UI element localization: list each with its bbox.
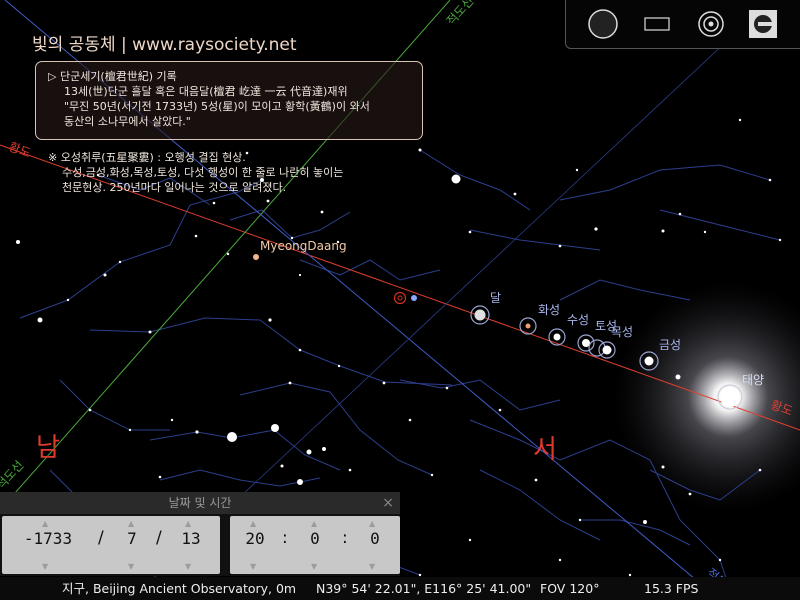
- hour-down-arrow-icon[interactable]: ▼: [250, 562, 256, 571]
- month-input[interactable]: 7: [120, 529, 144, 548]
- fps-text: 15.3 FPS: [644, 581, 699, 596]
- minute-input[interactable]: 0: [300, 529, 330, 548]
- date-time-header[interactable]: 날짜 및 시간 ×: [0, 492, 400, 514]
- date-separator: /: [98, 528, 104, 548]
- mercury-label: 수성: [567, 313, 589, 327]
- hour-input[interactable]: 20: [240, 529, 270, 548]
- month-up-arrow-icon[interactable]: ▲: [128, 519, 134, 528]
- phenomenon-note: ※ 오성취루(五星聚婁) : 오행성 결집 현상. 수성,금성,화성,목성,토성…: [48, 150, 343, 195]
- selection-marker: [393, 291, 407, 305]
- settings-icon: [749, 10, 777, 38]
- day-up-arrow-icon[interactable]: ▲: [185, 519, 191, 528]
- year-up-arrow-icon[interactable]: ▲: [42, 519, 48, 528]
- site-title: 빛의 공동체 | www.raysociety.net: [32, 35, 297, 55]
- time-separator: :: [282, 528, 288, 548]
- date-time-title: 날짜 및 시간: [168, 496, 232, 510]
- jupiter-disk: [602, 345, 612, 355]
- equator-label-left: 적도선: [0, 458, 26, 492]
- date-field-group: ▲ ▼ ▲ ▼ ▲ ▼ -1733 / 7 / 13: [2, 516, 220, 574]
- location-text: 지구, Beijing Ancient Observatory, 0m: [62, 581, 297, 596]
- note-heading: ※ 오성취루(五星聚婁) : 오행성 결집 현상.: [48, 151, 246, 164]
- ground-toggle-icon: [588, 9, 618, 39]
- note-line: 수성,금성,화성,목성,토성, 다섯 행성이 한 줄로 나란히 놓이는: [62, 166, 344, 179]
- day-down-arrow-icon[interactable]: ▼: [185, 562, 191, 571]
- mars-label: 화성: [538, 303, 560, 317]
- second-up-arrow-icon[interactable]: ▲: [369, 519, 375, 528]
- record-info-box: ▷ 단군세기(檀君世紀) 기록 13세(世)단군 흘달 혹은 대음달(檀君 屹達…: [35, 61, 423, 140]
- ecliptic-label-left: 황도: [7, 140, 33, 161]
- moon-disk: [474, 309, 486, 321]
- jupiter-label: 목성: [611, 325, 633, 339]
- coordinates-text: N39° 54' 22.01", E116° 25' 41.00": [316, 581, 532, 596]
- info-line: 13세(世)단군 흘달 혹은 대음달(檀君 屹達 一云 代音達)재위: [64, 85, 348, 98]
- close-icon[interactable]: ×: [382, 492, 394, 514]
- status-bar: 지구, Beijing Ancient Observatory, 0m N39°…: [0, 577, 800, 600]
- second-input[interactable]: 0: [360, 529, 390, 548]
- minute-down-arrow-icon[interactable]: ▼: [311, 562, 317, 571]
- myeongdaang-label: MyeongDaang: [260, 239, 347, 253]
- sun-disk: [720, 387, 740, 407]
- south-cardinal-label: 남: [36, 433, 60, 463]
- target-icon: [698, 11, 724, 37]
- myeongdaang-star: [253, 254, 259, 260]
- info-line: "무진 50년(서기전 1733년) 5성(星)이 모이고 황학(黃鶴)이 와서: [64, 100, 370, 113]
- time-separator: :: [342, 528, 348, 548]
- venus-disk: [644, 356, 654, 366]
- minute-up-arrow-icon[interactable]: ▲: [311, 519, 317, 528]
- info-line: 동산의 소나무에서 살았다.": [64, 115, 191, 128]
- equator-label-top: 적도선: [444, 0, 477, 28]
- mercury-disk: [553, 333, 561, 341]
- fov-text: FOV 120°: [540, 581, 600, 596]
- date-separator: /: [156, 528, 162, 548]
- frame-toggle-icon: [644, 17, 670, 31]
- time-field-group: ▲ ▼ ▲ ▼ ▲ ▼ 20 : 0 : 0: [230, 516, 400, 574]
- view-toolbar: [565, 0, 800, 49]
- settings-button[interactable]: [746, 8, 780, 40]
- year-input[interactable]: -1733: [16, 529, 80, 548]
- target-button[interactable]: [694, 8, 728, 40]
- target-star: [411, 295, 417, 301]
- venus-label: 금성: [659, 338, 681, 352]
- second-down-arrow-icon[interactable]: ▼: [369, 562, 375, 571]
- frame-toggle-button[interactable]: [640, 8, 674, 40]
- moon-label: 달: [490, 291, 501, 305]
- hour-up-arrow-icon[interactable]: ▲: [250, 519, 256, 528]
- day-input[interactable]: 13: [176, 529, 206, 548]
- info-heading: ▷ 단군세기(檀君世紀) 기록: [48, 70, 177, 83]
- month-down-arrow-icon[interactable]: ▼: [128, 562, 134, 571]
- mars-disk: [525, 323, 531, 329]
- ground-toggle-button[interactable]: [586, 8, 620, 40]
- year-down-arrow-icon[interactable]: ▼: [42, 562, 48, 571]
- date-time-panel: 날짜 및 시간 × ▲ ▼ ▲ ▼ ▲ ▼ -1733 / 7 / 13 ▲ ▼…: [0, 492, 400, 576]
- note-line: 천문현상. 250년마다 일어나는 것으로 알려졌다.: [62, 181, 287, 194]
- sun-label: 태양: [742, 373, 764, 387]
- west-cardinal-label: 서: [533, 435, 557, 465]
